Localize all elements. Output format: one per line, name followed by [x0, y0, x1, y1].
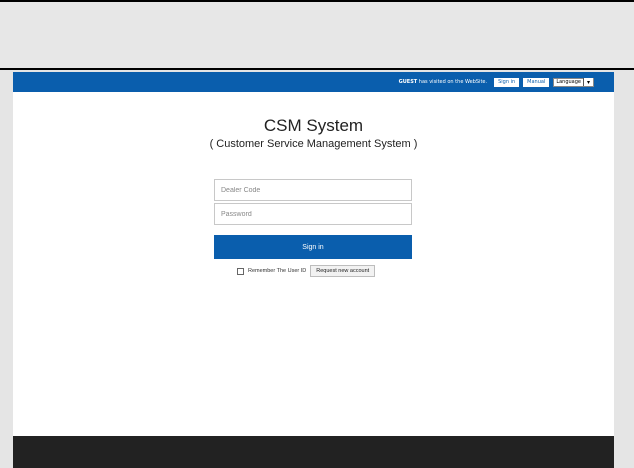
remember-row: Remember The User ID Request new account — [237, 265, 376, 277]
signin-button[interactable]: Sign in — [214, 235, 412, 259]
password-input[interactable] — [214, 203, 412, 225]
page-title: CSM System — [263, 116, 364, 135]
language-select[interactable]: Language ▾ — [553, 77, 594, 87]
visitor-text: has visited on the WebSite. — [418, 79, 488, 85]
manual-button[interactable]: Manual — [523, 77, 550, 87]
remember-checkbox[interactable] — [237, 267, 244, 275]
remember-label: Remember The User ID — [248, 268, 307, 274]
page: GUEST has visited on the WebSite. Sign i… — [13, 72, 614, 468]
language-label: Language — [556, 79, 581, 85]
browser-top-frame — [0, 0, 634, 70]
footer — [13, 436, 614, 468]
request-account-button[interactable]: Request new account — [310, 265, 376, 277]
top-signin-button[interactable]: Sign in — [494, 77, 520, 87]
visitor-info: GUEST has visited on the WebSite. — [399, 79, 487, 85]
visitor-name: GUEST — [398, 79, 418, 85]
page-subtitle: ( Customer Service Management System ) — [209, 138, 418, 150]
top-bar: GUEST has visited on the WebSite. Sign i… — [13, 72, 614, 92]
chevron-down-icon: ▾ — [583, 78, 593, 86]
dealer-code-input[interactable] — [214, 179, 412, 201]
